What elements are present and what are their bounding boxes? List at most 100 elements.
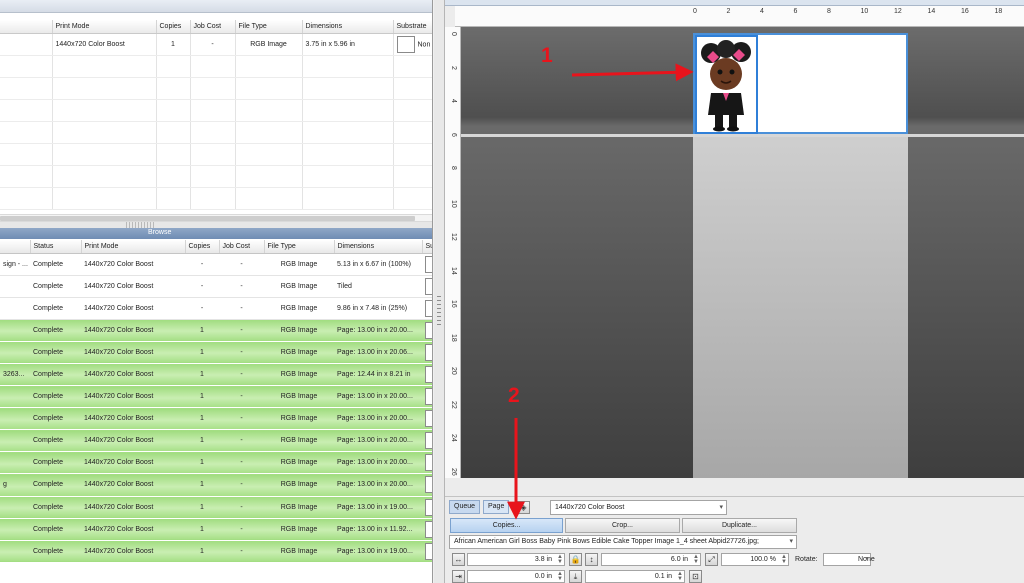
history-cell-name: 3263... (0, 363, 30, 387)
history-row[interactable]: Complete 1440x720 Color Boost 1- RGB Image P… (0, 385, 432, 409)
vertical-splitter[interactable] (434, 0, 445, 583)
history-row[interactable]: Complete 1440x720 Color Boost 1- RGB Image P… (0, 496, 432, 519)
history-row[interactable]: Complete 1440x720 Color Boost 1- RGB Image P… (0, 341, 432, 364)
queue-cell-file-type: RGB Image (235, 33, 303, 56)
page-preview[interactable] (693, 33, 908, 134)
duplicate-button[interactable]: Duplicate... (682, 518, 797, 533)
history-col-file-type[interactable]: File Type (264, 240, 335, 254)
substrate-swatch[interactable] (425, 520, 432, 538)
rotate-select[interactable]: None ▾ (823, 553, 875, 566)
selected-image[interactable] (695, 35, 758, 134)
layout-controls: Queue Page ◈ 1440x720 Color Boost ▾ Copie… (445, 496, 1024, 583)
history-cell-file-type: RGB Image (264, 341, 334, 364)
splitter-handle-icon[interactable] (437, 296, 441, 326)
history-col-dimensions[interactable]: Dimensions (334, 240, 423, 254)
history-col-print-mode[interactable]: Print Mode (81, 240, 186, 254)
substrate-swatch[interactable] (425, 366, 432, 384)
browse-tab-bar[interactable]: Browse (0, 228, 432, 239)
history-cell-job-cost: - (219, 407, 264, 431)
substrate-swatch[interactable] (425, 277, 432, 295)
history-row[interactable]: g Complete 1440x720 Color Boost 1- RGB Image… (0, 473, 432, 497)
history-cell-copies: 1 (185, 496, 219, 519)
scale-spinner-icon[interactable]: ▲ ▼ (781, 554, 787, 565)
page-boundary-line (461, 134, 1024, 137)
history-col-status[interactable]: Status (30, 240, 82, 254)
tab-queue[interactable]: Queue (449, 500, 481, 514)
history-row[interactable]: Complete 1440x720 Color Boost 1- RGB Image P… (0, 319, 432, 342)
layout-toggle-icon[interactable]: ◈ (517, 501, 530, 514)
queue-row[interactable]: 1440x720 Color Boost 1 - RGB Image 3.75 … (0, 33, 432, 56)
queue-col-file-type[interactable]: File Type (235, 20, 303, 34)
substrate-swatch[interactable] (425, 476, 432, 494)
offset-x-spinner-icon[interactable]: ▲ ▼ (557, 571, 563, 582)
width-spinner-icon[interactable]: ▲ ▼ (557, 554, 563, 565)
history-col-job-cost[interactable]: Job Cost (219, 240, 265, 254)
history-cell-dimensions: Page: 13.00 in x 19.00... (334, 496, 422, 519)
history-row[interactable]: Complete 1440x720 Color Boost 1- RGB Image P… (0, 451, 432, 475)
substrate-swatch[interactable] (425, 255, 432, 273)
substrate-swatch[interactable] (425, 454, 432, 472)
height-input[interactable]: 6.0 in ▲ ▼ (601, 553, 701, 566)
queue-title-strip (0, 0, 432, 13)
substrate-swatch[interactable] (425, 498, 432, 516)
tab-browse[interactable]: Browse (148, 229, 171, 236)
history-cell-substrate (422, 518, 432, 541)
history-cell-status: Complete (30, 363, 81, 387)
scale-input[interactable]: 100.0 % ▲ ▼ (721, 553, 789, 566)
substrate-swatch[interactable] (425, 410, 432, 428)
crop-button[interactable]: Crop... (565, 518, 680, 533)
copies-button[interactable]: Copies... (450, 518, 563, 533)
queue-cell-substrate[interactable]: Non (393, 33, 432, 56)
history-cell-print-mode: 1440x720 Color Boost (81, 297, 185, 320)
history-col-name[interactable] (0, 240, 31, 254)
substrate-swatch[interactable] (425, 542, 432, 560)
history-row[interactable]: Complete 1440x720 Color Boost 1- RGB Image P… (0, 518, 432, 541)
offset-y-spinner-icon[interactable]: ▲ ▼ (677, 571, 683, 582)
width-input[interactable]: 3.8 in ▲ ▼ (467, 553, 565, 566)
history-cell-substrate (422, 385, 432, 409)
substrate-swatch[interactable] (425, 299, 432, 317)
history-cell-copies: 1 (185, 518, 219, 541)
substrate-swatch[interactable] (396, 35, 415, 53)
substrate-swatch[interactable] (425, 321, 432, 339)
ruler-tick-label: 12 (450, 233, 457, 241)
queue-col-name[interactable] (0, 20, 53, 34)
history-row[interactable]: Complete 1440x720 Color Boost 1- RGB Image P… (0, 540, 432, 563)
file-select[interactable]: African American Girl Boss Baby Pink Bow… (449, 535, 797, 549)
substrate-swatch[interactable] (425, 432, 432, 450)
history-cell-copies: 1 (185, 451, 219, 475)
history-row[interactable]: Complete 1440x720 Color Boost 1- RGB Image P… (0, 429, 432, 453)
height-spinner-icon[interactable]: ▲ ▼ (693, 554, 699, 565)
ruler-tick-label: 14 (927, 8, 936, 15)
offset-x-input[interactable]: 0.0 in ▲ ▼ (467, 570, 565, 583)
queue-col-print-mode[interactable]: Print Mode (52, 20, 157, 34)
history-row[interactable]: sign - ... Complete 1440x720 Color Boost - -… (0, 253, 432, 276)
substrate-swatch[interactable] (425, 343, 432, 361)
history-row[interactable]: Complete 1440x720 Color Boost - - RGB Image T… (0, 275, 432, 298)
substrate-swatch[interactable] (425, 388, 432, 406)
print-mode-select[interactable]: 1440x720 Color Boost ▾ (550, 500, 727, 515)
history-col-copies[interactable]: Copies (185, 240, 220, 254)
history-cell-job-cost: - (219, 496, 264, 519)
print-canvas[interactable] (461, 27, 1024, 478)
ruler-tick-label: 2 (726, 8, 731, 15)
history-cell-substrate (422, 275, 432, 298)
queue-empty-row (0, 55, 432, 78)
tab-page[interactable]: Page (483, 500, 510, 514)
queue-col-substrate[interactable]: Substrate (393, 20, 432, 34)
queue-col-copies[interactable]: Copies (156, 20, 191, 34)
lock-aspect-icon[interactable]: 🔒 (569, 553, 582, 566)
queue-col-dimensions[interactable]: Dimensions (302, 20, 394, 34)
center-image-icon[interactable]: ⊡ (689, 570, 702, 583)
history-cell-substrate (422, 253, 432, 276)
queue-col-job-cost[interactable]: Job Cost (190, 20, 236, 34)
offset-y-input[interactable]: 0.1 in ▲ ▼ (585, 570, 685, 583)
history-row[interactable]: 3263... Complete 1440x720 Color Boost 1- RGB… (0, 363, 432, 387)
history-cell-print-mode: 1440x720 Color Boost (81, 275, 185, 298)
queue-horizontal-scrollbar[interactable] (0, 214, 432, 222)
history-row[interactable]: Complete 1440x720 Color Boost 1- RGB Image P… (0, 407, 432, 431)
history-col-substrate[interactable]: Sub (422, 240, 432, 254)
scrollbar-thumb[interactable] (0, 216, 415, 221)
fit-scale-icon[interactable]: ⤢ (705, 553, 718, 566)
history-row[interactable]: Complete 1440x720 Color Boost - - RGB Image 9… (0, 297, 432, 320)
